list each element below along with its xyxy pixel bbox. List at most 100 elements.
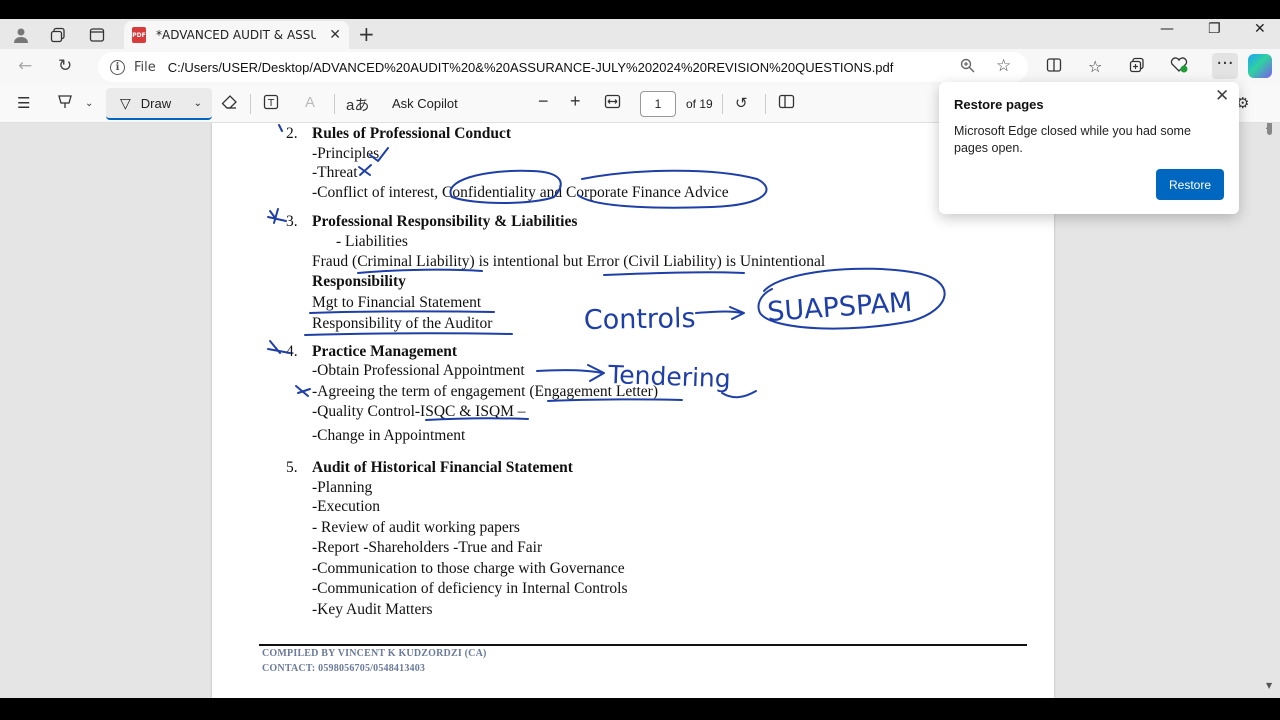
list-item: -Conflict of interest, Confidentiality a… [312, 184, 729, 201]
popup-close-icon[interactable]: ✕ [1215, 86, 1229, 106]
ink-cross [358, 164, 372, 176]
text-size-icon[interactable]: A [305, 94, 315, 111]
page-total: of 19 [686, 97, 713, 111]
svg-text:T: T [267, 98, 275, 109]
highlight-icon[interactable] [56, 94, 74, 114]
list-item: -Communication of deficiency in Internal… [312, 580, 628, 597]
zoom-icon[interactable] [960, 58, 975, 77]
zoom-out-icon[interactable]: − [538, 91, 549, 112]
active-tab[interactable]: PDF *ADVANCED AUDIT & ASSURANCE ✕ [124, 21, 349, 49]
ink-underline [304, 332, 513, 336]
list-item: -Execution [312, 498, 381, 515]
list-item: Mgt to Financial Statement [312, 294, 482, 311]
new-tab-icon[interactable]: + [358, 22, 375, 46]
highlight-chevron-icon[interactable]: ⌄ [85, 98, 93, 109]
list-item: -Key Audit Matters [312, 601, 433, 618]
contents-icon[interactable]: ☰ [17, 94, 30, 112]
rotate-icon[interactable]: ↺ [735, 94, 748, 112]
page-view-icon[interactable] [778, 94, 795, 113]
section-heading: Practice Management [312, 343, 458, 360]
back-icon[interactable]: ← [18, 56, 32, 76]
footer-contact: CONTACT: 0598056705/0548413403 [262, 663, 426, 674]
vertical-scrollbar[interactable]: ▲ ▼ [1264, 123, 1276, 698]
section-heading: Rules of Professional Conduct [312, 125, 512, 142]
list-item: Responsibility of the Auditor [312, 315, 493, 332]
list-item: -Planning [312, 479, 373, 496]
eraser-icon[interactable] [221, 94, 238, 114]
tab-title: *ADVANCED AUDIT & ASSURANCE [156, 28, 316, 42]
tab-close-icon[interactable]: ✕ [329, 27, 341, 43]
scroll-thumb[interactable] [1267, 123, 1272, 135]
popup-message: Microsoft Edge closed while you had some… [954, 124, 1191, 155]
workspaces-icon[interactable] [47, 24, 69, 46]
ink-star [267, 208, 287, 224]
more-menu-icon[interactable]: ··· [1212, 53, 1238, 79]
list-item: -Quality Control-ISQC & ISQM – [312, 403, 526, 420]
info-icon[interactable]: i [110, 59, 125, 75]
profile-icon[interactable] [10, 24, 32, 46]
scheme-label: File [134, 59, 156, 75]
bottom-bar [0, 698, 1280, 720]
copilot-icon[interactable] [1248, 54, 1272, 78]
section-number: 5. [286, 459, 298, 476]
pdf-page: 2. Rules of Professional Conduct -Princi… [212, 123, 1054, 698]
list-item: -Agreeing the term of engagement (Engage… [312, 383, 659, 400]
fit-width-icon[interactable] [604, 94, 621, 113]
address-row: ← ↻ i File C:/Users/USER/Desktop/ADVANCE… [0, 49, 1280, 85]
favorite-star-icon[interactable]: ☆ [996, 56, 1011, 76]
refresh-icon[interactable]: ↻ [58, 56, 72, 76]
ink-circle-suapspam [757, 267, 946, 330]
ink-swoosh [721, 390, 757, 399]
list-item: - Review of audit working papers [312, 519, 520, 536]
draw-label: Draw [140, 95, 172, 111]
list-item: -Change in Appointment [312, 427, 466, 444]
list-item: -Principles [312, 145, 380, 162]
footer-compiler: COMPILED BY VINCENT K KUDZORDZI (CA) [262, 648, 487, 659]
collections-icon[interactable] [1129, 57, 1145, 77]
ink-word-controls: Controls [584, 303, 696, 336]
list-item: Fraud (Criminal Liability) is intentiona… [312, 253, 826, 270]
ink-mark [278, 124, 283, 132]
list-item: -Threat [312, 164, 358, 181]
toolbar-divider [334, 94, 335, 114]
restore-window-icon[interactable]: ❐ [1208, 21, 1221, 37]
split-screen-icon[interactable] [1046, 57, 1062, 77]
list-item: - Liabilities [336, 233, 408, 250]
ask-copilot-button[interactable]: Ask Copilot [392, 96, 458, 111]
page-number-input[interactable] [640, 91, 676, 117]
section-number: 4. [286, 343, 298, 360]
popup-title: Restore pages [954, 97, 1044, 112]
close-window-icon[interactable]: ✕ [1254, 21, 1266, 37]
sub-heading: Responsibility [312, 273, 406, 290]
draw-button[interactable]: ▽ Draw ⌄ [106, 88, 212, 120]
list-item: -Communication to those charge with Gove… [312, 560, 625, 577]
zoom-in-icon[interactable]: + [570, 91, 581, 112]
read-aloud-icon[interactable]: aあ [346, 94, 369, 115]
scroll-down-icon[interactable]: ▼ [1266, 681, 1272, 690]
draw-pen-icon: ▽ [120, 94, 131, 111]
list-item: -Report -Shareholders -True and Fair [312, 539, 543, 556]
restore-button[interactable]: Restore [1156, 169, 1224, 200]
browser-essentials-icon[interactable] [1170, 57, 1188, 77]
address-bar[interactable]: i File C:/Users/USER/Desktop/ADVANCED%20… [98, 52, 1028, 82]
ink-underline [603, 271, 745, 276]
restore-pages-popup: Restore pages ✕ Microsoft Edge closed wh… [939, 82, 1239, 214]
draw-chevron-icon[interactable]: ⌄ [194, 98, 202, 109]
section-heading: Audit of Historical Financial Statement [312, 459, 573, 476]
list-item: -Obtain Professional Appointment [312, 362, 525, 379]
favorites-icon[interactable]: ☆ [1088, 57, 1102, 76]
ink-word-suapspam: SUAPSPAM [766, 287, 913, 328]
toolbar-divider [250, 94, 251, 114]
minimize-icon[interactable]: — [1160, 21, 1174, 37]
ink-cross [295, 385, 311, 397]
section-number: 2. [286, 125, 298, 142]
url-text[interactable]: C:/Users/USER/Desktop/ADVANCED%20AUDIT%2… [168, 60, 894, 75]
section-heading: Professional Responsibility & Liabilitie… [312, 213, 578, 230]
ink-arrow [536, 364, 605, 382]
ink-arrow [695, 306, 745, 320]
tab-bar: PDF *ADVANCED AUDIT & ASSURANCE ✕ + — ❐ … [0, 19, 1280, 49]
toolbar-divider [765, 94, 766, 114]
text-box-icon[interactable]: T [263, 94, 279, 114]
section-number: 3. [286, 213, 298, 230]
tab-actions-icon[interactable] [86, 24, 108, 46]
